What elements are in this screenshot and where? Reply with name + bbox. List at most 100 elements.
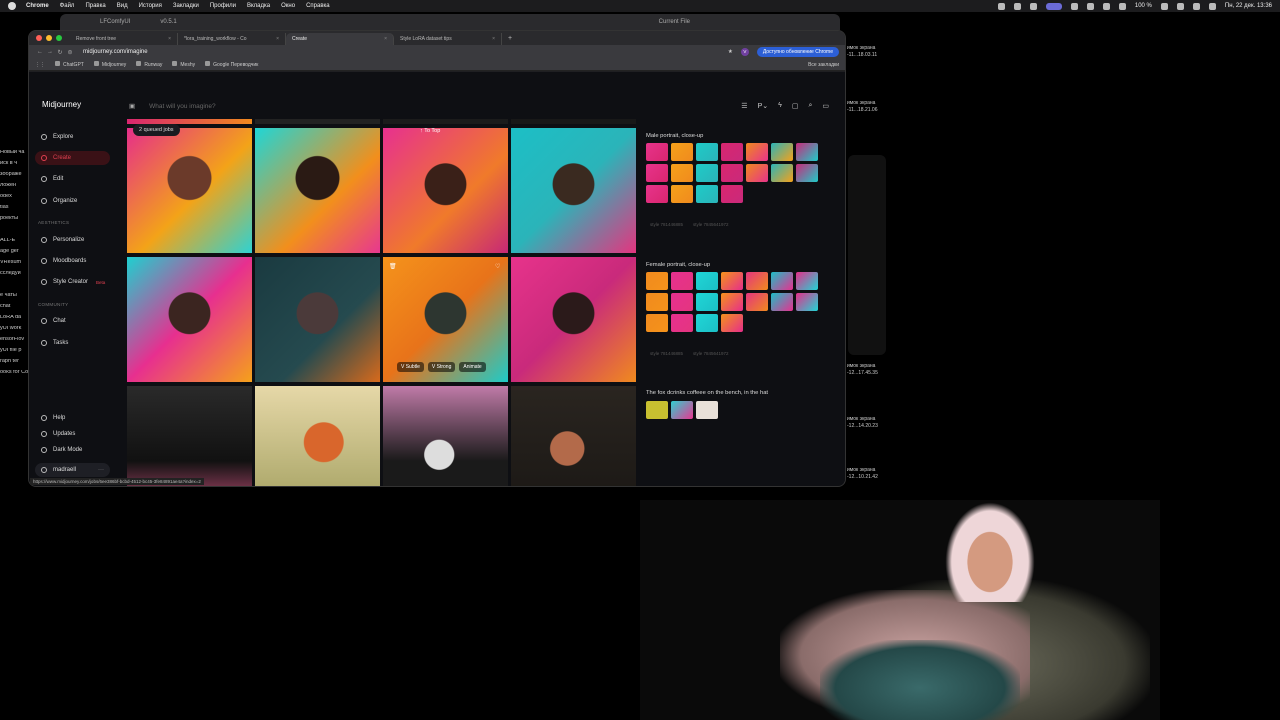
bookmark-runway[interactable]: Runway — [136, 61, 162, 68]
thumbnail[interactable] — [721, 185, 743, 203]
zoom-window-button[interactable] — [56, 35, 62, 41]
sidebar-chat-item[interactable]: ALL-E — [0, 238, 30, 249]
current-file-label[interactable]: Current File — [659, 19, 690, 25]
thumbnail[interactable] — [646, 401, 668, 419]
thumbnail[interactable] — [696, 293, 718, 311]
image-tile[interactable] — [383, 128, 508, 253]
sidebar-item-help[interactable]: Help — [35, 411, 110, 425]
thumbnail[interactable] — [721, 293, 743, 311]
sidebar-item-personalize[interactable]: Personalize — [35, 233, 110, 247]
desktop-file-label[interactable]: имок экрана — [847, 467, 875, 473]
battery-icon[interactable] — [1160, 2, 1168, 10]
thumbnail[interactable] — [771, 143, 793, 161]
menu-app-name[interactable]: Chrome — [26, 3, 49, 9]
thumbnail[interactable] — [796, 164, 818, 182]
animate-button[interactable]: Animate — [459, 362, 486, 372]
image-icon[interactable]: ▣ — [129, 102, 135, 110]
sidebar-chat-item[interactable]: raph ter — [0, 359, 30, 370]
image-tile[interactable] — [511, 119, 636, 124]
sidebar-chat-item[interactable]: VResum — [0, 260, 30, 271]
sidebar-item-updates[interactable]: Updates — [35, 427, 110, 441]
job-prompt[interactable]: Female portrait, close-up — [646, 262, 710, 268]
menu-view[interactable]: Вид — [117, 3, 128, 9]
thumbnail[interactable] — [646, 185, 668, 203]
thumbnail[interactable] — [671, 314, 693, 332]
thumbnail[interactable] — [721, 272, 743, 290]
sidebar-item-chat[interactable]: Chat — [35, 314, 110, 328]
sidebar-chat-item[interactable]: ooks for ComfyUI — [0, 370, 30, 381]
menu-history[interactable]: История — [139, 3, 162, 9]
thumbnail[interactable] — [771, 272, 793, 290]
thumbnail[interactable] — [746, 143, 768, 161]
thumbnail[interactable] — [696, 185, 718, 203]
image-tile[interactable] — [255, 119, 380, 124]
sidebar-chat-item[interactable]: age ger — [0, 249, 30, 260]
image-tile[interactable] — [255, 128, 380, 253]
thumbnail[interactable] — [646, 272, 668, 290]
search-icon[interactable]: ⌕ — [808, 102, 812, 110]
close-icon[interactable]: × — [384, 36, 387, 42]
vary-subtle-button[interactable]: V Subtle — [397, 362, 424, 372]
sidebar-chat-item[interactable]: yUI work — [0, 326, 30, 337]
all-bookmarks-button[interactable]: Все закладки — [808, 62, 839, 68]
menu-window[interactable]: Окно — [281, 3, 295, 9]
back-icon[interactable]: ← — [35, 49, 45, 55]
thumbnail[interactable] — [746, 272, 768, 290]
chat-bubble-icon[interactable]: ▢ — [792, 102, 799, 110]
desktop-file-label[interactable]: имок экрана — [847, 100, 875, 106]
bookmark-meshy[interactable]: Meshy — [172, 61, 195, 68]
thumbnail[interactable] — [746, 293, 768, 311]
new-tab-button[interactable]: + — [508, 35, 512, 42]
sidebar-chat-item[interactable]: зображе — [0, 172, 30, 183]
sidebar-item-edit[interactable]: Edit — [35, 172, 110, 186]
sidebar-item-organize[interactable]: Organize — [35, 194, 110, 208]
more-icon[interactable]: ··· — [98, 467, 104, 473]
thumbnail[interactable] — [696, 314, 718, 332]
style-tag[interactable]: style 7845641972 — [693, 222, 729, 227]
sidebar-chat-item[interactable]: иск в ч — [0, 161, 30, 172]
apps-icon[interactable]: ⋮⋮ — [35, 62, 45, 68]
image-tile[interactable] — [383, 119, 508, 124]
sidebar-chat-item[interactable] — [0, 227, 30, 238]
chrome-update-button[interactable]: Доступно обновление Chrome — [756, 47, 839, 57]
sidebar-chat-item[interactable]: LoRA da — [0, 315, 30, 326]
personalize-toggle-icon[interactable]: P⌄ — [758, 102, 769, 110]
thumbnail[interactable] — [721, 143, 743, 161]
tab-remove-front-tree[interactable]: Remove front tree × — [70, 33, 178, 45]
control-center-icon[interactable] — [1208, 2, 1216, 10]
sidebar-chat-item[interactable]: ложен — [0, 183, 30, 194]
image-tile[interactable] — [255, 257, 380, 382]
thumbnail[interactable] — [796, 272, 818, 290]
image-tile[interactable] — [127, 128, 252, 253]
thumbnail[interactable] — [696, 143, 718, 161]
sidebar-item-dark-mode[interactable]: Dark Mode — [35, 443, 110, 457]
profile-avatar[interactable]: V — [740, 48, 749, 56]
telegram-icon[interactable] — [1070, 2, 1078, 10]
thumbnail[interactable] — [671, 185, 693, 203]
sidebar-chat-item[interactable]: yUI file p — [0, 348, 30, 359]
search-icon[interactable] — [1192, 2, 1200, 10]
settings-icon[interactable]: ☰ — [741, 102, 747, 110]
image-tile[interactable] — [383, 386, 508, 486]
to-top-button[interactable]: ↑ To Top — [420, 128, 440, 134]
image-tile[interactable] — [255, 386, 380, 486]
thumbnail[interactable] — [746, 164, 768, 182]
forward-icon[interactable]: → — [45, 49, 55, 55]
menu-help[interactable]: Справка — [306, 3, 330, 9]
sidebar-chat-item[interactable]: ensorFlov — [0, 337, 30, 348]
style-tag[interactable]: style 781446885 — [650, 351, 683, 356]
site-info-icon[interactable]: ⊜ — [65, 49, 75, 56]
image-tile[interactable] — [511, 386, 636, 486]
thumbnail[interactable] — [646, 314, 668, 332]
image-tile[interactable] — [511, 257, 636, 382]
status-icon[interactable] — [1086, 2, 1094, 10]
sidebar-item-tasks[interactable]: Tasks — [35, 336, 110, 350]
prompt-bar[interactable]: ▣ What will you imagine? ☰ P⌄ ϟ ▢ ⌕ ▭ — [129, 95, 829, 117]
clock[interactable]: Пн, 22 дек. 13:36 — [1225, 3, 1272, 9]
thumbnail[interactable] — [721, 164, 743, 182]
minimize-window-button[interactable] — [46, 35, 52, 41]
thumbnail[interactable] — [771, 164, 793, 182]
menu-bookmarks[interactable]: Закладки — [173, 3, 199, 9]
screen-record-icon[interactable] — [1045, 2, 1062, 10]
prompt-input[interactable]: What will you imagine? — [149, 103, 215, 110]
